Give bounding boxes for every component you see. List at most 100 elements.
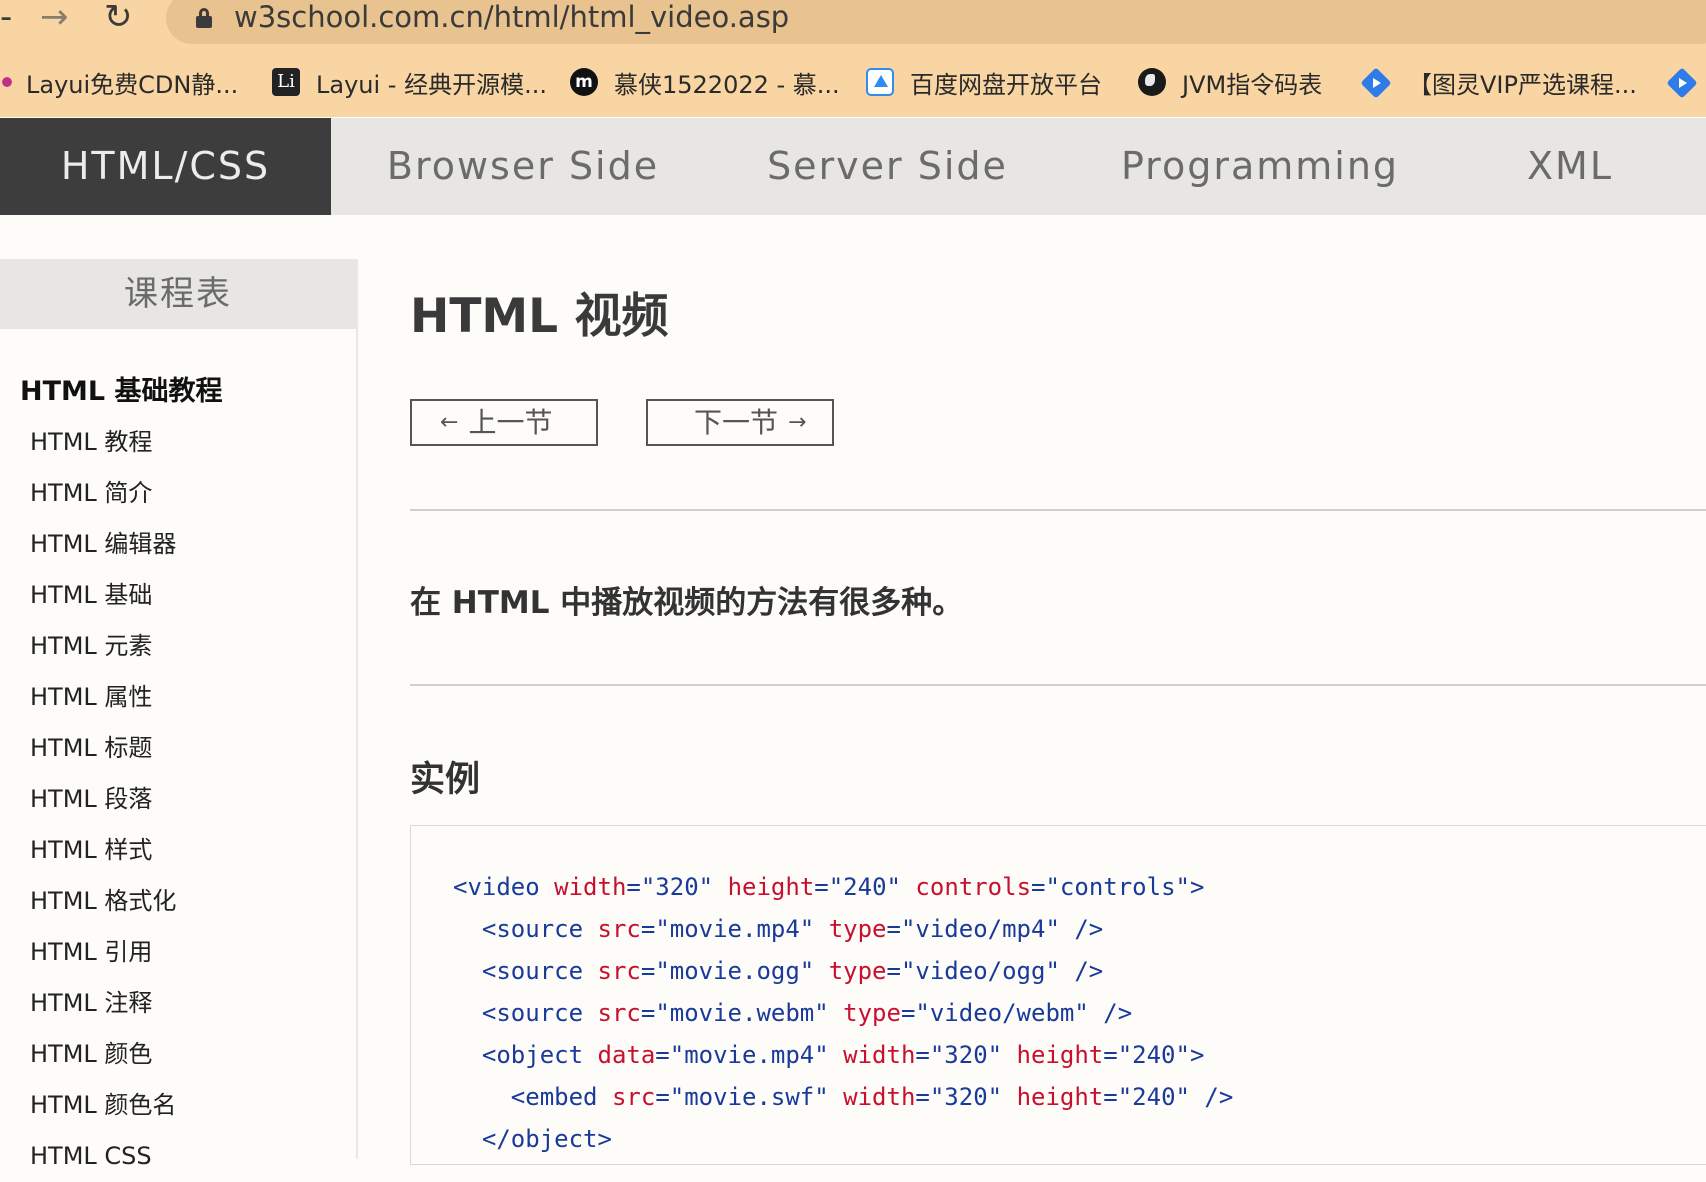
code-token-val: "movie.mp4" (655, 915, 829, 943)
code-token-tag: = (655, 1083, 670, 1111)
tuling-icon (1364, 68, 1392, 96)
code-token-val: "320" (929, 1083, 1017, 1111)
sidebar-item[interactable]: HTML CSS (30, 1131, 350, 1182)
bookmark-layui-cdn[interactable]: Layui免费CDN静... (0, 60, 238, 104)
lock-icon[interactable] (196, 8, 212, 28)
code-token-val: "240" (1117, 1041, 1190, 1069)
bookmark-jvm[interactable]: JVM指令码表 (1138, 60, 1322, 104)
browser-nav-row: - → ↻ w3school.com.cn/html/html_video.as… (0, 0, 1706, 44)
mooc-icon: m (570, 68, 598, 96)
bookmark-label: 【图灵VIP严选课程... (1408, 70, 1637, 99)
sidebar-item[interactable]: HTML 颜色 (30, 1029, 350, 1080)
sidebar-title: 课程表 (0, 259, 356, 329)
code-token-tag: = (814, 873, 829, 901)
code-token-attr: width (843, 1041, 916, 1069)
code-token-attr: src (597, 999, 641, 1027)
bookmark-label: 慕侠1522022 - 慕... (614, 70, 840, 99)
nav-server-side[interactable]: Server Side (735, 118, 1040, 215)
baidu-pan-icon (866, 68, 894, 96)
code-token-val: "movie.mp4" (669, 1041, 844, 1069)
forward-button[interactable]: → (40, 0, 69, 36)
back-button[interactable]: - (0, 0, 14, 36)
code-token-attr: height (727, 873, 815, 901)
layui-icon: Li (272, 68, 300, 96)
code-token-tag: <source (453, 957, 598, 985)
code-token-tag: <source (453, 999, 598, 1027)
code-line: <source src="movie.webm" type="video/web… (453, 992, 1233, 1034)
sidebar-item[interactable]: HTML 注释 (30, 978, 350, 1029)
sidebar-item[interactable]: HTML 格式化 (30, 876, 350, 927)
bookmark-tuling[interactable]: 【图灵VIP严选课程... (1364, 60, 1637, 104)
next-label: 下一节 (694, 406, 779, 439)
sidebar-item[interactable]: HTML 样式 (30, 825, 350, 876)
prev-label: 上一节 (468, 406, 553, 439)
code-token-val: "movie.ogg" (655, 957, 829, 985)
sidebar-item[interactable]: HTML 基础 (30, 570, 350, 621)
code-token-attr: type (828, 915, 887, 943)
top-nav: HTML/CSS Browser Side Server Side Progra… (0, 118, 1706, 215)
code-token-tag: = (640, 999, 656, 1027)
reload-button[interactable]: ↻ (104, 0, 133, 36)
code-token-tag: <video (453, 873, 555, 901)
sidebar-section-heading: HTML 基础教程 (20, 376, 223, 407)
code-token-tag: <source (453, 915, 598, 943)
address-bar[interactable]: w3school.com.cn/html/html_video.asp (166, 0, 1706, 44)
code-token-val: "controls" (1045, 873, 1190, 901)
code-token-tag: > (1189, 873, 1205, 901)
sidebar-item[interactable]: HTML 属性 (30, 672, 350, 723)
code-token-tag: /> (1074, 957, 1104, 985)
code-token-tag: </object> (453, 1125, 612, 1153)
nav-browser-side[interactable]: Browser Side (373, 118, 673, 215)
sidebar-item[interactable]: HTML 引用 (30, 927, 350, 978)
sidebar-item[interactable]: HTML 标题 (30, 723, 350, 774)
code-token-attr: src (611, 1083, 656, 1111)
url-text[interactable]: w3school.com.cn/html/html_video.asp (234, 0, 789, 34)
code-token-tag: = (900, 999, 916, 1027)
code-token-tag: /> (1103, 999, 1133, 1027)
sidebar-item[interactable]: HTML 简介 (30, 468, 350, 519)
code-token-tag: = (626, 873, 641, 901)
code-token-attr: src (597, 957, 641, 985)
code-token-tag: = (1103, 1083, 1118, 1111)
nav-programming[interactable]: Programming (1100, 118, 1420, 215)
nav-html-css[interactable]: HTML/CSS (0, 118, 331, 215)
nav-xml[interactable]: XML (1510, 118, 1630, 215)
next-lesson-button[interactable]: 下一节 → (646, 399, 834, 446)
code-token-tag: = (655, 1041, 670, 1069)
bookmarks-bar: Layui免费CDN静... Li Layui - 经典开源模... m 慕侠1… (0, 60, 1706, 106)
prev-lesson-button[interactable]: ← 上一节 (410, 399, 598, 446)
code-token-attr: width (843, 1083, 916, 1111)
sidebar: 课程表 HTML 基础教程 HTML 教程 HTML 简介 HTML 编辑器 H… (0, 259, 358, 1170)
code-token-tag: = (1103, 1041, 1118, 1069)
sidebar-item[interactable]: HTML 段落 (30, 774, 350, 825)
sidebar-item[interactable]: HTML 编辑器 (30, 519, 350, 570)
bookmark-baidu-pan[interactable]: 百度网盘开放平台 (866, 60, 1102, 104)
code-token-tag: /> (1204, 1083, 1234, 1111)
bookmark-tuling-2[interactable] (1670, 60, 1706, 104)
code-token-val: "video/mp4" (900, 915, 1075, 943)
bookmark-label: Layui - 经典开源模... (316, 70, 547, 99)
code-token-attr: height (1016, 1041, 1104, 1069)
sidebar-list: HTML 教程 HTML 简介 HTML 编辑器 HTML 基础 HTML 元素… (30, 417, 350, 1182)
code-token-val: "320" (929, 1041, 1017, 1069)
sidebar-item[interactable]: HTML 教程 (30, 417, 350, 468)
code-token-attr: width (554, 873, 627, 901)
code-token-attr: height (1016, 1083, 1104, 1111)
code-example-box: <video width="320" height="240" controls… (410, 825, 1706, 1165)
code-token-val: "movie.webm" (655, 999, 844, 1027)
code-token-tag: = (886, 915, 901, 943)
code-token-tag: = (640, 957, 656, 985)
bookmark-layui[interactable]: Li Layui - 经典开源模... (272, 60, 547, 104)
layui-cdn-icon (0, 68, 14, 96)
code-token-val: "320" (640, 873, 728, 901)
divider (410, 509, 1706, 511)
code-token-tag: <embed (453, 1083, 612, 1111)
sidebar-item[interactable]: HTML 元素 (30, 621, 350, 672)
bookmark-mooc[interactable]: m 慕侠1522022 - 慕... (570, 60, 840, 104)
code-token-tag: = (886, 957, 901, 985)
code-line: <embed src="movie.swf" width="320" heigh… (453, 1076, 1234, 1118)
code-token-val: "movie.swf" (669, 1083, 844, 1111)
sidebar-item[interactable]: HTML 颜色名 (30, 1080, 350, 1131)
page-title: HTML 视频 (410, 289, 669, 344)
code-token-val: "video/webm" (915, 999, 1104, 1027)
